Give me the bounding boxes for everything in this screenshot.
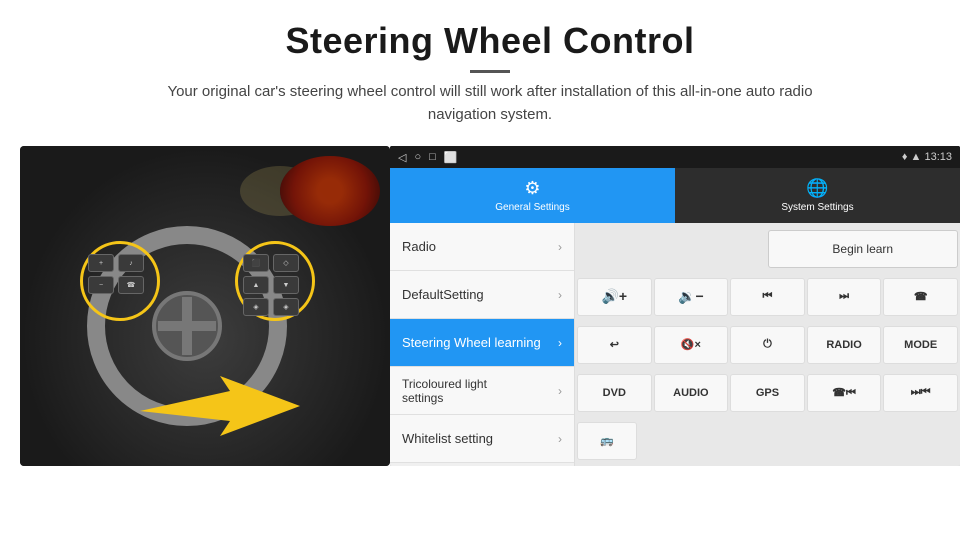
menu-item-default[interactable]: DefaultSetting › — [390, 271, 574, 319]
screenshot-icon[interactable]: ⬜ — [444, 151, 458, 164]
page-subtitle: Your original car's steering wheel contr… — [140, 81, 840, 126]
menu-item-tricoloured[interactable]: Tricoloured lightsettings › — [390, 367, 574, 415]
back-button[interactable]: ↩ — [577, 326, 652, 364]
mode-label: MODE — [904, 339, 937, 351]
wifi-icon: ▲ — [911, 151, 922, 163]
vol-up-icon: 🔊+ — [601, 288, 627, 305]
menu-item-steering[interactable]: Steering Wheel learning › — [390, 319, 574, 367]
control-row-1: Begin learn — [577, 225, 958, 272]
menu-tricoloured-label: Tricoloured lightsettings — [402, 377, 487, 405]
wheel-btn-extra1: ◈ — [243, 298, 269, 316]
vol-up-button[interactable]: 🔊+ — [577, 278, 652, 316]
vol-down-button[interactable]: 🔉− — [654, 278, 729, 316]
wheel-btn-phone: ☎ — [118, 276, 144, 294]
next-track-button[interactable]: ⏭ — [807, 278, 882, 316]
left-button-group: + ♪ − ☎ — [88, 254, 144, 294]
menu-steering-label: Steering Wheel learning — [402, 335, 541, 350]
phone-icon: ☎ — [914, 290, 928, 303]
tab-system-settings[interactable]: 🌐 System Settings — [675, 168, 960, 223]
page-title: Steering Wheel Control — [40, 20, 940, 62]
wheel-btn-src: ⬛ — [243, 254, 269, 272]
home-nav-icon[interactable]: ○ — [414, 151, 421, 164]
prev-icon: ⏮ — [763, 290, 773, 303]
status-bar-right: ♦ ▲ 13:13 — [902, 151, 952, 163]
chevron-radio: › — [558, 240, 562, 254]
tab-system-label: System Settings — [781, 202, 853, 213]
nav-tabs: ⚙ General Settings 🌐 System Settings — [390, 168, 960, 223]
menu-item-radio[interactable]: Radio › — [390, 223, 574, 271]
status-bar-left: ◁ ○ □ ⬜ — [398, 151, 457, 164]
wheel-btn-vol-plus: + — [88, 254, 114, 272]
phone-button[interactable]: ☎ — [883, 278, 958, 316]
next-prev-icon: ⏭⏮ — [911, 386, 931, 399]
wheel-btn-seek-up: ▲ — [243, 276, 269, 294]
gauge-decoration — [280, 156, 380, 226]
menu-default-label: DefaultSetting — [402, 287, 484, 302]
mute-button[interactable]: 🔇× — [654, 326, 729, 364]
control-row-5: 🚌 — [577, 417, 958, 464]
system-settings-icon: 🌐 — [806, 178, 828, 199]
steering-wheel-center — [152, 291, 222, 361]
chevron-whitelist: › — [558, 432, 562, 446]
wheel-btn-vol-minus: − — [88, 276, 114, 294]
status-bar: ◁ ○ □ ⬜ ♦ ▲ 13:13 — [390, 146, 960, 168]
chevron-steering: › — [558, 336, 562, 350]
wheel-btn-extra2: ◈ — [273, 298, 299, 316]
wheel-spoke-v — [182, 297, 192, 355]
android-panel: ◁ ○ □ ⬜ ♦ ▲ 13:13 ⚙ General Settings 🌐 S… — [390, 146, 960, 466]
chevron-tricoloured: › — [558, 384, 562, 398]
steering-wheel-image: + ♪ − ☎ ⬛ ◇ ▲ ▼ ◈ ◈ — [20, 146, 390, 466]
next-icon: ⏭ — [839, 290, 849, 303]
header-divider — [470, 70, 510, 73]
next-prev-button[interactable]: ⏭⏮ — [883, 374, 958, 412]
location-icon: ♦ — [902, 151, 908, 163]
dvd-label: DVD — [603, 387, 626, 399]
empty-cell-1 — [577, 230, 766, 268]
general-settings-icon: ⚙ — [524, 178, 540, 199]
yellow-arrow — [140, 356, 300, 436]
begin-learn-button[interactable]: Begin learn — [768, 230, 959, 268]
tab-general-label: General Settings — [495, 202, 570, 213]
mute-icon: 🔇× — [681, 338, 701, 351]
prev-track-button[interactable]: ⏮ — [730, 278, 805, 316]
list-icon-button[interactable]: 🚌 — [577, 422, 637, 460]
list-icon: 🚌 — [600, 434, 614, 447]
page-header: Steering Wheel Control Your original car… — [0, 0, 980, 136]
right-controls: Begin learn 🔊+ 🔉− ⏮ ⏭ — [575, 223, 960, 466]
mode-button[interactable]: MODE — [883, 326, 958, 364]
back-nav-icon[interactable]: ◁ — [398, 151, 406, 164]
menu-item-whitelist[interactable]: Whitelist setting › — [390, 415, 574, 463]
control-row-3: ↩ 🔇× ⏻ RADIO MODE — [577, 321, 958, 368]
control-row-2: 🔊+ 🔉− ⏮ ⏭ ☎ — [577, 273, 958, 320]
status-time: 13:13 — [924, 151, 952, 163]
gps-label: GPS — [756, 387, 779, 399]
menu-radio-label: Radio — [402, 239, 436, 254]
audio-label: AUDIO — [673, 387, 708, 399]
main-content: + ♪ − ☎ ⬛ ◇ ▲ ▼ ◈ ◈ ◁ ○ □ ⬜ — [0, 136, 980, 476]
content-area: Radio › DefaultSetting › Steering Wheel … — [390, 223, 960, 466]
wheel-btn-mode: ◇ — [273, 254, 299, 272]
tab-general-settings[interactable]: ⚙ General Settings — [390, 168, 675, 223]
recents-nav-icon[interactable]: □ — [429, 151, 436, 164]
wheel-btn-seek-dn: ▼ — [273, 276, 299, 294]
radio-label: RADIO — [826, 339, 861, 351]
audio-button[interactable]: AUDIO — [654, 374, 729, 412]
left-menu: Radio › DefaultSetting › Steering Wheel … — [390, 223, 575, 466]
vol-down-icon: 🔉− — [678, 288, 704, 305]
phone-prev-button[interactable]: ☎⏮ — [807, 374, 882, 412]
control-row-4: DVD AUDIO GPS ☎⏮ ⏭⏮ — [577, 369, 958, 416]
menu-whitelist-label: Whitelist setting — [402, 431, 493, 446]
power-icon: ⏻ — [763, 338, 772, 351]
wheel-btn-music: ♪ — [118, 254, 144, 272]
gps-button[interactable]: GPS — [730, 374, 805, 412]
dvd-button[interactable]: DVD — [577, 374, 652, 412]
phone-prev-icon: ☎⏮ — [832, 386, 856, 400]
right-button-group: ⬛ ◇ ▲ ▼ ◈ ◈ — [243, 254, 299, 316]
power-button[interactable]: ⏻ — [730, 326, 805, 364]
begin-learn-label: Begin learn — [832, 242, 893, 256]
chevron-default: › — [558, 288, 562, 302]
back-icon: ↩ — [610, 338, 619, 351]
radio-button[interactable]: RADIO — [807, 326, 882, 364]
